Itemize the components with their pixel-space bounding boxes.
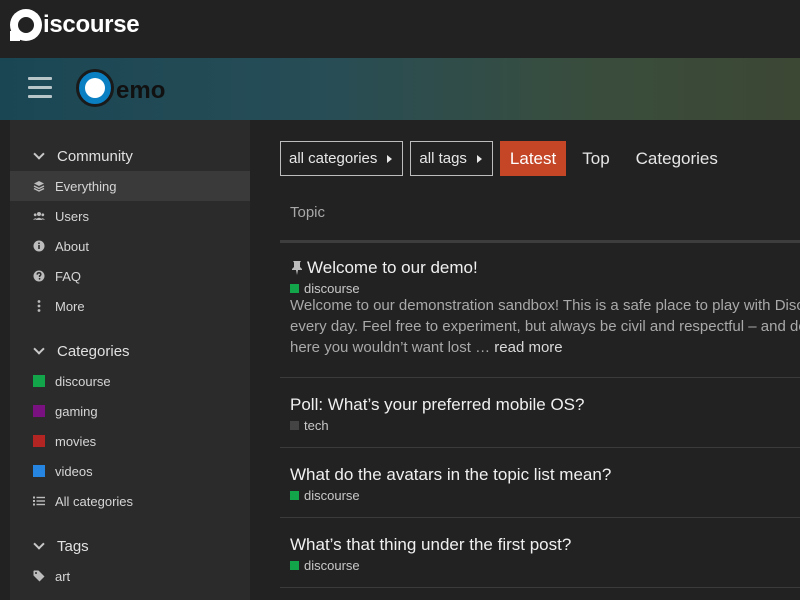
read-more-link[interactable]: read more <box>494 339 562 356</box>
sidebar-section-community-toggle[interactable]: Community <box>10 141 250 171</box>
sidebar-section-title: Tags <box>57 537 89 555</box>
tab-categories[interactable]: Categories <box>626 141 728 176</box>
topic-title-link[interactable]: What do the avatars in the topic list me… <box>290 465 611 485</box>
sidebar-item-label: About <box>55 238 89 254</box>
discourse-brand-link[interactable]: iscourse <box>10 9 140 41</box>
chevron-down-icon <box>33 538 45 550</box>
category-swatch <box>33 465 45 477</box>
category-swatch <box>290 491 299 500</box>
sidebar-section-categories-toggle[interactable]: Categories <box>10 336 250 366</box>
topic-filter-bar: all categories all tags Latest Top Categ… <box>280 141 734 176</box>
categories-dropdown[interactable]: all categories <box>280 141 404 176</box>
chevron-down-icon <box>33 343 45 355</box>
category-swatch <box>33 435 45 447</box>
excerpt-line: here you wouldn’t want lost … <box>290 339 491 356</box>
topic-category-name: discourse <box>304 488 360 503</box>
topic-category-badge[interactable]: discourse <box>290 488 360 503</box>
sidebar-item-discourse[interactable]: discourse <box>10 366 250 396</box>
demo-bubble-icon <box>76 69 114 107</box>
topic-excerpt: Welcome to our demonstration sandbox! Th… <box>290 295 800 358</box>
category-swatch <box>33 405 45 417</box>
caret-right-icon <box>476 154 482 163</box>
layers-icon <box>33 180 45 192</box>
tag-icon <box>33 570 45 582</box>
site-logo-link[interactable]: emo <box>76 68 165 108</box>
sidebar-item-label: FAQ <box>55 268 82 284</box>
sidebar-section-title: Categories <box>57 342 130 360</box>
sidebar-item-label: All categories <box>55 493 134 509</box>
sidebar-item-all-categories[interactable]: All categories <box>10 486 250 516</box>
topic-row: What do the avatars in the topic list me… <box>280 448 800 518</box>
list-icon <box>33 496 45 506</box>
sidebar-item-everything[interactable]: Everything <box>10 171 250 201</box>
hamburger-icon[interactable] <box>28 77 52 99</box>
caret-right-icon <box>387 154 393 163</box>
question-icon <box>33 270 45 282</box>
discourse-logo-icon <box>10 9 42 41</box>
category-swatch <box>290 561 299 570</box>
category-swatch-gaming <box>33 405 45 417</box>
category-swatch <box>33 375 45 387</box>
chevron-down-icon <box>33 148 45 160</box>
sidebar-item-label: discourse <box>55 373 111 389</box>
topic-category-name: discourse <box>304 558 360 573</box>
excerpt-line: Welcome to our demonstration sandbox! Th… <box>290 297 800 314</box>
tab-latest[interactable]: Latest <box>499 141 567 176</box>
category-swatch-discourse <box>33 375 45 387</box>
category-swatch <box>290 284 299 293</box>
topic-category-badge[interactable]: discourse <box>290 558 360 573</box>
sidebar-item-videos[interactable]: videos <box>10 456 250 486</box>
sidebar-item-about[interactable]: About <box>10 231 250 261</box>
pin-icon <box>292 261 302 275</box>
sidebar-item-label: movies <box>55 433 97 449</box>
sidebar-item-gaming[interactable]: gaming <box>10 396 250 426</box>
users-icon <box>33 211 45 221</box>
sidebar-section-title: Community <box>57 147 133 165</box>
sidebar-section-tags-toggle[interactable]: Tags <box>10 531 250 561</box>
sidebar-item-more[interactable]: More <box>10 291 250 321</box>
brand-name: iscourse <box>43 11 140 38</box>
categories-dropdown-label: all categories <box>289 150 378 167</box>
sidebar-item-label: Users <box>55 208 89 224</box>
tags-dropdown-label: all tags <box>419 150 467 167</box>
topic-category-badge[interactable]: tech <box>290 418 329 433</box>
sidebar-item-faq[interactable]: FAQ <box>10 261 250 291</box>
ellipsis-vertical-icon <box>33 300 45 312</box>
topic-column-header[interactable]: Topic <box>290 204 325 221</box>
sidebar-item-tag-art[interactable]: art <box>10 561 250 591</box>
topic-category-name: discourse <box>304 281 360 296</box>
category-swatch <box>290 421 299 430</box>
excerpt-last-line: here you wouldn’t want lost … read more <box>290 337 800 358</box>
sidebar-item-users[interactable]: Users <box>10 201 250 231</box>
top-bar: iscourse <box>0 0 800 58</box>
topic-category-badge[interactable]: discourse <box>290 281 360 296</box>
tab-top[interactable]: Top <box>572 141 619 176</box>
sidebar-item-label: art <box>55 568 71 584</box>
topic-category-name: tech <box>304 418 329 433</box>
topic-title-link[interactable]: Poll: What’s your preferred mobile OS? <box>290 395 584 415</box>
site-logo-text: emo <box>116 77 166 104</box>
sidebar-item-label: gaming <box>55 403 98 419</box>
category-swatch-videos <box>33 465 45 477</box>
topic-title-link[interactable]: Welcome to our demo! <box>290 258 478 278</box>
topic-title-text: Welcome to our demo! <box>307 258 478 277</box>
sidebar-item-label: More <box>55 298 85 314</box>
sidebar-item-label: videos <box>55 463 93 479</box>
topic-row: What’s that thing under the first post? … <box>280 518 800 588</box>
sidebar-item-label: Everything <box>55 178 117 194</box>
topic-title-link[interactable]: What’s that thing under the first post? <box>290 535 571 555</box>
tags-dropdown[interactable]: all tags <box>410 141 493 176</box>
sidebar-item-movies[interactable]: movies <box>10 426 250 456</box>
category-swatch-movies <box>33 435 45 447</box>
excerpt-line: every day. Feel free to experiment, but … <box>290 318 800 335</box>
topic-row: Welcome to our demo! discourse Welcome t… <box>280 243 800 378</box>
topic-row: Poll: What’s your preferred mobile OS? t… <box>280 378 800 448</box>
info-icon <box>33 240 45 252</box>
sidebar: Community Everything Users About FAQ Mor… <box>10 120 250 600</box>
